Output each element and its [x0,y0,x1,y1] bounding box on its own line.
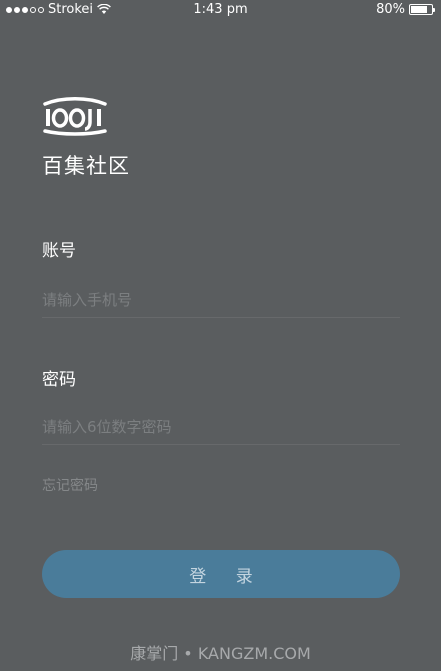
status-bar: Strokei 1:43 pm 80% [0,0,441,20]
account-label: 账号 [42,241,76,261]
status-time: 1:43 pm [193,2,248,17]
battery-percent: 80% [376,2,405,17]
brand-name: 百集社区 [42,154,130,178]
forgot-password-link[interactable]: 忘记密码 [42,475,98,495]
watermark: 康掌门 • KANGZM.COM [130,644,311,663]
password-label: 密码 [42,370,76,390]
looji-logo-icon [43,97,107,136]
status-right: 80% [376,2,435,17]
battery-icon [409,4,435,15]
battery-fill [411,6,427,13]
login-button[interactable]: 登 录 [42,550,400,598]
account-input[interactable] [42,282,400,318]
password-input[interactable] [42,409,400,445]
